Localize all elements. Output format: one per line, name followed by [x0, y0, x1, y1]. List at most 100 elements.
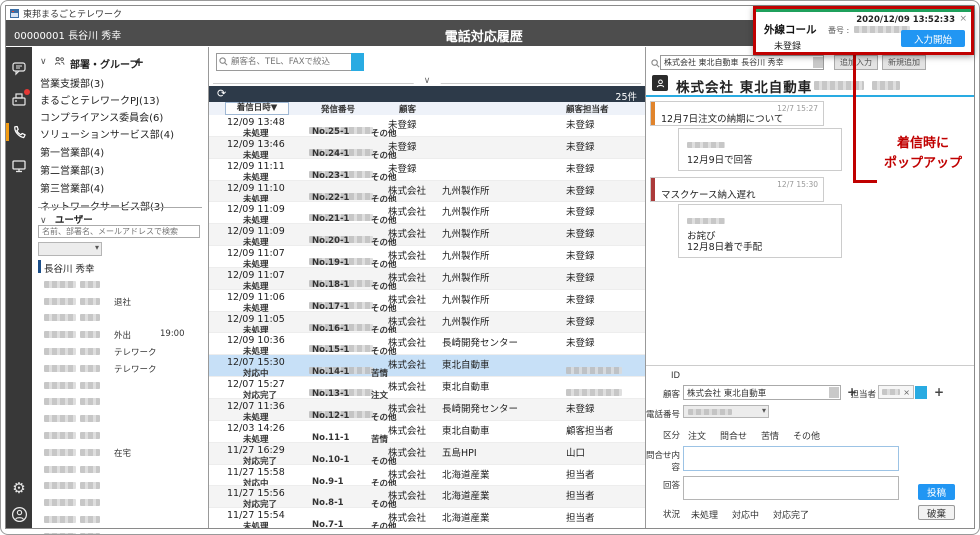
table-row[interactable]: 12/07 15:27対応完了No.13-1注文株式会社東北自動車: [209, 377, 645, 399]
phone-select[interactable]: [683, 405, 769, 418]
sidebar-group-item[interactable]: 第二営業部(3): [40, 162, 200, 177]
table-row[interactable]: 12/09 11:07未処理No.18-1その他株式会社九州製作所未登録: [209, 268, 645, 290]
status-option[interactable]: 対応完了: [773, 511, 809, 521]
category-option[interactable]: その他: [793, 432, 820, 442]
account-icon[interactable]: [10, 505, 28, 523]
answer-label: 回答: [646, 479, 680, 491]
contact-picker-button[interactable]: [915, 386, 927, 399]
contact-chip[interactable]: ×: [878, 385, 914, 399]
user-list-item[interactable]: [32, 410, 208, 426]
add-group-button[interactable]: +: [134, 55, 144, 69]
sidebar-group-item[interactable]: ネットワークサービス部(3): [40, 198, 200, 213]
thread-reply-card[interactable]: お詫び12月8日着で手配: [678, 204, 842, 258]
thread-card[interactable]: 12月7日注文の納期について12/7 15:27: [650, 101, 824, 126]
user-list-item[interactable]: 在宅: [32, 444, 208, 460]
customer-filter-input[interactable]: [216, 53, 351, 71]
thread-reply-card[interactable]: 12月9日で回答: [678, 128, 842, 171]
customer-company: 株式会社: [388, 292, 426, 306]
user-list-item[interactable]: [32, 309, 208, 325]
category-option[interactable]: 問合せ: [720, 432, 747, 442]
column-datetime[interactable]: 着信日時▼: [225, 102, 289, 115]
customer-clear-button[interactable]: [829, 387, 839, 398]
phone-icon[interactable]: [10, 123, 28, 141]
customer-search-input[interactable]: [660, 55, 824, 70]
category-option[interactable]: 注文: [688, 432, 706, 442]
popup-close-icon[interactable]: ×: [959, 14, 967, 24]
user-list-item[interactable]: 外出19:00: [32, 326, 208, 342]
post-button[interactable]: 投稿: [918, 484, 955, 500]
start-input-button[interactable]: 入力開始: [901, 30, 965, 47]
status-option[interactable]: 対応中: [732, 511, 759, 521]
thread-title: 12月7日注文の納期について: [661, 111, 783, 125]
monitor-icon[interactable]: [10, 157, 28, 175]
answer-textarea[interactable]: [683, 476, 899, 500]
user-list-item[interactable]: [32, 528, 208, 535]
user-list-item[interactable]: [32, 377, 208, 393]
table-row[interactable]: 12/03 14:26未処理No.11-1苦情株式会社東北自動車顧客担当者: [209, 421, 645, 443]
inquiry-textarea[interactable]: [683, 446, 899, 471]
user-list-item[interactable]: [32, 393, 208, 409]
user-search-input[interactable]: [38, 225, 200, 238]
add-input-button[interactable]: 追加入力: [834, 55, 878, 70]
status-option[interactable]: 未処理: [691, 511, 718, 521]
refresh-icon[interactable]: ⟳: [217, 87, 226, 100]
sidebar-group-item[interactable]: コンプライアンス委員会(6): [40, 109, 200, 124]
sidebar-group-item[interactable]: 営業支援部(3): [40, 75, 200, 90]
user-list-item[interactable]: [32, 461, 208, 477]
column-customer[interactable]: 顧客: [399, 103, 416, 115]
customer-company: 株式会社: [388, 204, 426, 218]
table-row[interactable]: 12/09 13:48未処理No.25-1その他未登録未登録: [209, 115, 645, 137]
thread-card[interactable]: マスクケース納入遅れ12/7 15:30: [650, 177, 824, 202]
table-row[interactable]: 11/27 15:56対応完了No.8-1その他株式会社北海道産業担当者: [209, 486, 645, 508]
user-list-item[interactable]: [32, 494, 208, 510]
search-clear-button[interactable]: [813, 57, 823, 68]
add-contact-button[interactable]: +: [934, 385, 944, 399]
sidebar-group-item[interactable]: 第三営業部(4): [40, 180, 200, 195]
sidebar-group-item[interactable]: まるごとテレワークPJ(13): [40, 92, 200, 107]
customer-field[interactable]: [683, 385, 841, 400]
fax-icon[interactable]: [10, 91, 28, 109]
user-list-item[interactable]: [32, 477, 208, 493]
table-row[interactable]: 12/09 11:09未処理No.21-1その他株式会社九州製作所未登録: [209, 202, 645, 224]
user-list-item[interactable]: 退社: [32, 293, 208, 309]
category-option[interactable]: 苦情: [761, 432, 779, 442]
table-row[interactable]: 12/09 11:07未処理No.19-1その他株式会社九州製作所未登録: [209, 246, 645, 268]
table-row[interactable]: 12/09 11:09未処理No.20-1その他株式会社九州製作所未登録: [209, 224, 645, 246]
chip-remove-icon[interactable]: ×: [903, 388, 910, 397]
call-number: No.17-1: [312, 302, 349, 312]
sidebar-group-item[interactable]: ソリューションサービス部(4): [40, 126, 200, 141]
filter-search-button[interactable]: [351, 53, 364, 71]
table-row[interactable]: 11/27 15:58対応中No.9-1その他株式会社北海道産業担当者: [209, 465, 645, 487]
table-row[interactable]: 12/09 11:11未処理No.23-1その他未登録未登録: [209, 159, 645, 181]
sidebar-group-item[interactable]: 第一営業部(4): [40, 144, 200, 159]
table-header: 着信日時▼ 発信番号 顧客 顧客担当者: [209, 102, 645, 116]
settings-gear-icon[interactable]: ⚙: [10, 479, 28, 497]
column-customer-contact[interactable]: 顧客担当者: [566, 103, 609, 115]
user-list-item[interactable]: [32, 511, 208, 527]
table-row[interactable]: 12/09 11:10未処理No.22-1その他株式会社九州製作所未登録: [209, 181, 645, 203]
table-row[interactable]: 11/27 15:54未処理No.7-1その他株式会社北海道産業担当者: [209, 508, 645, 528]
new-add-button[interactable]: 新規追加: [882, 55, 926, 70]
table-row[interactable]: 12/09 11:05未処理No.16-1その他株式会社九州製作所未登録: [209, 312, 645, 334]
chat-icon[interactable]: [10, 59, 28, 77]
table-row[interactable]: 11/27 16:29対応完了No.10-1その他株式会社五島HPI山口: [209, 443, 645, 465]
nav-icon-rail: ⚙: [6, 47, 32, 528]
table-row[interactable]: 12/07 15:30対応中No.14-1苦情株式会社東北自動車: [209, 355, 645, 377]
user-filter-select[interactable]: [38, 242, 102, 256]
customer-contact: 担当者: [566, 488, 595, 502]
column-caller-number[interactable]: 発信番号: [321, 103, 355, 115]
user-list-item[interactable]: [32, 276, 208, 292]
user-list-item[interactable]: 長谷川 秀幸: [32, 259, 208, 275]
table-row[interactable]: 12/07 11:36未処理No.12-1その他株式会社長崎開発センター未登録: [209, 399, 645, 421]
customer-contact: 未登録: [566, 183, 595, 197]
table-row[interactable]: 12/09 13:46未処理No.24-1その他未登録未登録: [209, 137, 645, 159]
user-list-item[interactable]: テレワーク: [32, 343, 208, 359]
status-label: 状況: [646, 508, 680, 520]
user-list-item[interactable]: テレワーク: [32, 360, 208, 376]
user-list-item[interactable]: [32, 427, 208, 443]
customer-company-name: 九州製作所: [442, 270, 490, 284]
table-row[interactable]: 12/09 10:36未処理No.15-1その他株式会社長崎開発センター未登録: [209, 333, 645, 355]
groups-collapse-chevron[interactable]: ∨: [40, 57, 47, 67]
discard-button[interactable]: 破棄: [918, 505, 955, 520]
table-row[interactable]: 12/09 11:06未処理No.17-1その他株式会社九州製作所未登録: [209, 290, 645, 312]
